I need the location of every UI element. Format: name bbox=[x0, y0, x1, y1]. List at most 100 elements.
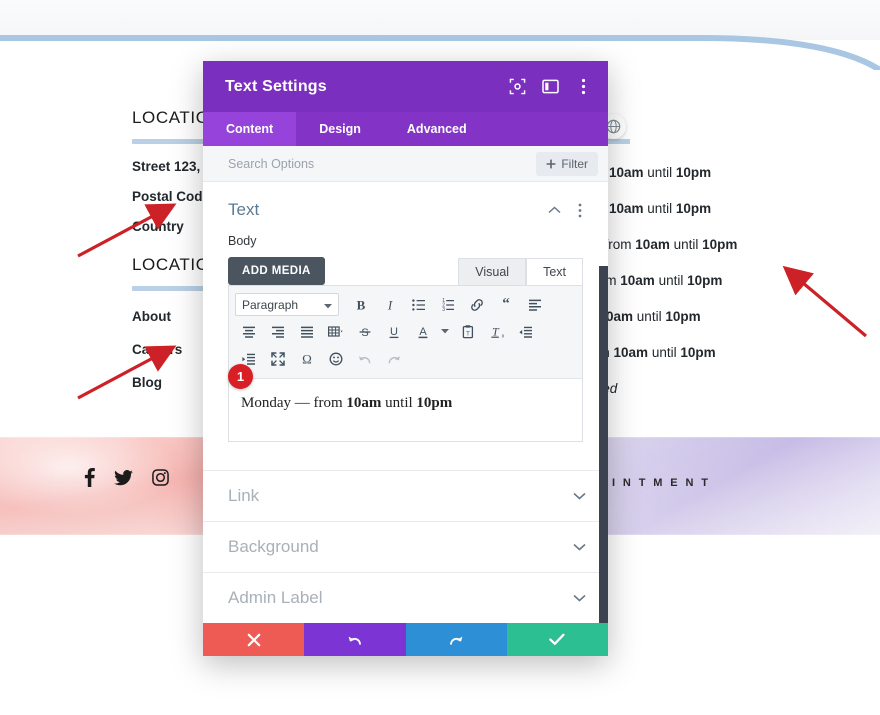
align-right-icon[interactable] bbox=[264, 319, 291, 345]
chevron-down-icon bbox=[324, 298, 332, 312]
chevron-down-icon bbox=[573, 487, 586, 505]
twitter-icon[interactable] bbox=[114, 469, 133, 486]
modal-header: Text Settings bbox=[203, 61, 608, 112]
strikethrough-icon[interactable]: S bbox=[351, 319, 378, 345]
modal-body: Text Body ADD MEDIA Visual Text Paragrap… bbox=[203, 182, 608, 623]
social-links bbox=[84, 468, 169, 487]
svg-text:T: T bbox=[492, 324, 500, 338]
location-1-rule bbox=[132, 139, 210, 144]
accordion-background[interactable]: Background bbox=[203, 522, 608, 573]
media-row: ADD MEDIA Visual Text bbox=[203, 248, 608, 285]
svg-text:“: “ bbox=[502, 297, 510, 312]
facebook-icon[interactable] bbox=[84, 468, 95, 487]
modal-footer bbox=[203, 623, 608, 656]
text-color-icon[interactable]: A bbox=[409, 319, 436, 345]
format-select[interactable]: Paragraph bbox=[235, 293, 339, 316]
paste-as-text-icon[interactable]: T bbox=[454, 319, 481, 345]
editor-text-prefix: Monday — from bbox=[241, 395, 347, 411]
redo-icon[interactable] bbox=[380, 346, 407, 372]
accordion-link-label: Link bbox=[228, 486, 260, 505]
tab-design[interactable]: Design bbox=[296, 112, 384, 146]
annotation-badge-1: 1 bbox=[228, 364, 253, 389]
fullscreen-icon[interactable] bbox=[264, 346, 291, 372]
text-color-dropdown-caret-icon[interactable] bbox=[438, 319, 452, 345]
layout-panel-icon[interactable] bbox=[541, 78, 559, 96]
screenshot-root: LOCATION Street 123, Postal Code, Countr… bbox=[0, 0, 880, 715]
emoji-icon[interactable] bbox=[322, 346, 349, 372]
blockquote-icon[interactable]: “ bbox=[492, 292, 519, 318]
svg-text:3: 3 bbox=[442, 307, 445, 313]
section-menu-vertical-dots-icon[interactable] bbox=[572, 202, 588, 218]
clear-formatting-icon[interactable]: Tx bbox=[483, 319, 510, 345]
location-2-rule bbox=[132, 286, 210, 291]
tab-visual[interactable]: Visual bbox=[458, 258, 527, 285]
decorative-curve bbox=[0, 35, 880, 70]
modal-tabs: Content Design Advanced bbox=[203, 112, 608, 146]
align-left-icon[interactable] bbox=[521, 292, 548, 318]
save-button[interactable] bbox=[506, 623, 608, 656]
svg-text:B: B bbox=[356, 297, 365, 312]
focus-target-icon[interactable] bbox=[508, 78, 526, 96]
vertical-dots-icon[interactable] bbox=[574, 78, 592, 96]
bold-icon[interactable]: B bbox=[347, 292, 374, 318]
tab-advanced[interactable]: Advanced bbox=[384, 112, 490, 146]
svg-text:x: x bbox=[501, 333, 504, 339]
svg-text:A: A bbox=[419, 326, 427, 338]
align-center-icon[interactable] bbox=[235, 319, 262, 345]
svg-text:I: I bbox=[386, 297, 392, 312]
editor-toolbar: Paragraph B I 123 “ S U A T T x Ω bbox=[229, 286, 582, 379]
editor-text-bold-open: 10am bbox=[346, 395, 382, 411]
accordion-background-label: Background bbox=[228, 537, 319, 556]
modal-header-icons bbox=[508, 78, 592, 96]
section-title: Text bbox=[228, 200, 260, 219]
undo-button[interactable] bbox=[304, 623, 406, 656]
table-icon[interactable] bbox=[322, 319, 349, 345]
modal-title: Text Settings bbox=[225, 77, 327, 95]
svg-text:T: T bbox=[466, 331, 470, 337]
rich-text-editor: Paragraph B I 123 “ S U A T T x Ω Monday… bbox=[228, 285, 583, 442]
appointment-text: I N T M E N T bbox=[612, 477, 711, 489]
chevron-down-icon bbox=[573, 589, 586, 607]
link-icon[interactable] bbox=[463, 292, 490, 318]
chevron-up-icon[interactable] bbox=[546, 202, 562, 218]
accordion-admin-label[interactable]: Admin Label bbox=[203, 573, 608, 623]
redo-button[interactable] bbox=[405, 623, 507, 656]
align-justify-icon[interactable] bbox=[293, 319, 320, 345]
accordion-admin-label-label: Admin Label bbox=[228, 588, 323, 607]
filter-button[interactable]: Filter bbox=[536, 151, 598, 176]
undo-icon[interactable] bbox=[351, 346, 378, 372]
svg-text:Ω: Ω bbox=[302, 351, 312, 366]
tab-text[interactable]: Text bbox=[526, 258, 583, 285]
underline-icon[interactable]: U bbox=[380, 319, 407, 345]
svg-text:U: U bbox=[390, 326, 398, 338]
toolbar-row-3: Ω bbox=[235, 345, 576, 372]
instagram-icon[interactable] bbox=[152, 469, 169, 486]
modal-scrollbar[interactable] bbox=[599, 266, 608, 623]
accordion-link[interactable]: Link bbox=[203, 471, 608, 522]
undo-icon bbox=[348, 636, 361, 645]
cancel-button[interactable] bbox=[203, 623, 305, 656]
search-input[interactable] bbox=[228, 156, 537, 171]
editor-content[interactable]: Monday — from 10am until 10pm bbox=[229, 379, 582, 441]
outdent-icon[interactable] bbox=[512, 319, 539, 345]
special-character-icon[interactable]: Ω bbox=[293, 346, 320, 372]
editor-text-mid: until bbox=[381, 395, 417, 411]
editor-text-bold-close: 10pm bbox=[416, 395, 453, 411]
toolbar-row-1: Paragraph B I 123 “ bbox=[235, 291, 576, 318]
text-settings-modal: Text Settings Content Design Advanced Se… bbox=[203, 61, 608, 656]
tab-content[interactable]: Content bbox=[203, 112, 297, 146]
filter-button-label: Filter bbox=[561, 156, 588, 171]
add-media-button[interactable]: ADD MEDIA bbox=[228, 257, 325, 285]
plus-icon bbox=[546, 159, 556, 168]
body-field-label: Body bbox=[228, 234, 257, 248]
format-select-value: Paragraph bbox=[242, 297, 299, 312]
numbered-list-icon[interactable]: 123 bbox=[434, 292, 461, 318]
bulleted-list-icon[interactable] bbox=[405, 292, 432, 318]
italic-icon[interactable]: I bbox=[376, 292, 403, 318]
redo-icon bbox=[450, 636, 463, 645]
accordion-list: Link Background Admin Label bbox=[203, 470, 608, 623]
search-bar: Filter bbox=[203, 146, 608, 182]
globe-icon bbox=[606, 119, 621, 134]
section-header-text[interactable]: Text bbox=[203, 182, 608, 226]
toolbar-row-2: S U A T Tx bbox=[235, 318, 576, 345]
